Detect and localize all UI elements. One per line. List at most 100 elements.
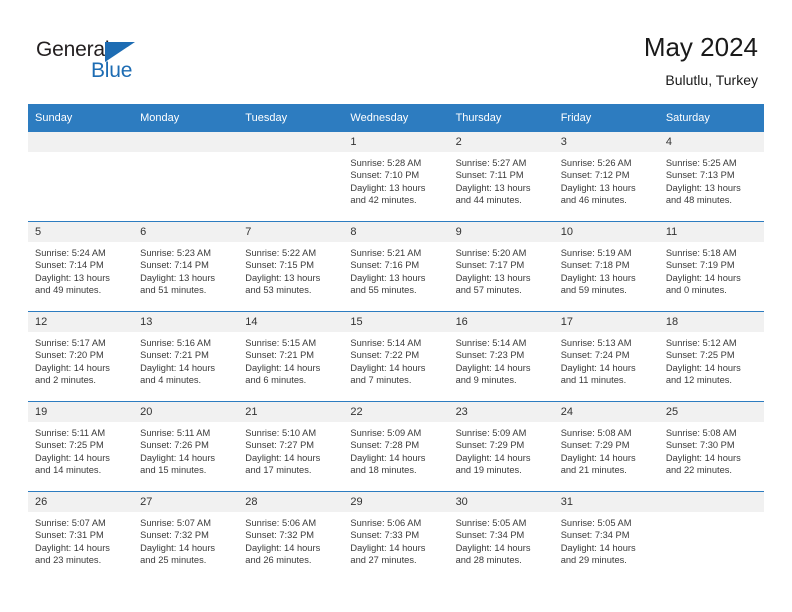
daylight-text-line1: Daylight: 13 hours <box>350 182 426 193</box>
daylight-text-line1: Daylight: 14 hours <box>35 362 110 373</box>
daylight-text-line2: and 0 minutes. <box>665 285 727 296</box>
sunrise-text: Sunrise: 5:25 AM <box>665 158 737 168</box>
day-details: Sunrise: 5:21 AM Sunset: 7:16 PM Dayligh… <box>343 242 448 297</box>
page-title: May 2024 <box>643 32 758 62</box>
day-number: 24 <box>553 402 659 422</box>
day-cell[interactable]: 24 Sunrise: 5:08 AM Sunset: 7:29 PM Dayl… <box>553 401 659 492</box>
day-number: 16 <box>448 312 554 332</box>
week-row: 5 Sunrise: 5:24 AM Sunset: 7:14 PM Dayli… <box>28 221 764 312</box>
day-number <box>133 132 239 152</box>
sunset-text: Sunset: 7:14 PM <box>35 260 104 271</box>
day-cell[interactable] <box>658 491 764 581</box>
day-cell[interactable]: 1 Sunrise: 5:28 AM Sunset: 7:10 PM Dayli… <box>343 132 449 222</box>
sunrise-text: Sunrise: 5:21 AM <box>350 248 422 258</box>
sunset-text: Sunset: 7:11 PM <box>455 170 524 181</box>
day-details: Sunrise: 5:11 AM Sunset: 7:25 PM Dayligh… <box>28 422 133 477</box>
sunrise-text: Sunrise: 5:24 AM <box>35 248 106 258</box>
day-cell[interactable]: 26 Sunrise: 5:07 AM Sunset: 7:31 PM Dayl… <box>28 491 134 581</box>
day-cell[interactable]: 17 Sunrise: 5:13 AM Sunset: 7:24 PM Dayl… <box>553 311 659 402</box>
sunset-text: Sunset: 7:21 PM <box>140 350 209 361</box>
sunset-text: Sunset: 7:17 PM <box>455 260 525 271</box>
day-cell[interactable]: 4 Sunrise: 5:25 AM Sunset: 7:13 PM Dayli… <box>658 132 764 222</box>
day-cell[interactable]: 13 Sunrise: 5:16 AM Sunset: 7:21 PM Dayl… <box>133 311 239 402</box>
day-cell[interactable] <box>28 132 134 222</box>
daylight-text-line2: and 55 minutes. <box>350 285 417 296</box>
day-cell[interactable]: 25 Sunrise: 5:08 AM Sunset: 7:30 PM Dayl… <box>658 401 764 492</box>
daylight-text-line2: and 6 minutes. <box>245 375 307 386</box>
daylight-text-line1: Daylight: 13 hours <box>665 182 741 193</box>
day-details: Sunrise: 5:19 AM Sunset: 7:18 PM Dayligh… <box>554 242 659 297</box>
day-details: Sunrise: 5:27 AM Sunset: 7:11 PM Dayligh… <box>449 152 554 207</box>
day-cell[interactable]: 2 Sunrise: 5:27 AM Sunset: 7:11 PM Dayli… <box>448 132 554 222</box>
daylight-text-line2: and 11 minutes. <box>560 375 627 386</box>
daylight-text-line2: and 59 minutes. <box>560 285 627 296</box>
daylight-text-line2: and 17 minutes. <box>245 465 312 476</box>
day-number: 23 <box>448 402 554 422</box>
day-number <box>238 132 344 152</box>
sunrise-text: Sunrise: 5:08 AM <box>665 428 737 438</box>
day-cell[interactable]: 12 Sunrise: 5:17 AM Sunset: 7:20 PM Dayl… <box>28 311 134 402</box>
day-cell[interactable]: 7 Sunrise: 5:22 AM Sunset: 7:15 PM Dayli… <box>238 221 344 312</box>
day-details: Sunrise: 5:06 AM Sunset: 7:33 PM Dayligh… <box>343 512 448 567</box>
daylight-text-line2: and 9 minutes. <box>455 375 517 386</box>
general-blue-logo: General Blue <box>36 38 166 84</box>
day-details: Sunrise: 5:15 AM Sunset: 7:21 PM Dayligh… <box>238 332 343 387</box>
day-details: Sunrise: 5:07 AM Sunset: 7:32 PM Dayligh… <box>133 512 238 567</box>
day-cell[interactable]: 31 Sunrise: 5:05 AM Sunset: 7:34 PM Dayl… <box>553 491 659 581</box>
daylight-text-line2: and 57 minutes. <box>455 285 522 296</box>
sunset-text: Sunset: 7:26 PM <box>140 440 209 451</box>
day-cell[interactable]: 10 Sunrise: 5:19 AM Sunset: 7:18 PM Dayl… <box>553 221 659 312</box>
day-cell[interactable]: 27 Sunrise: 5:07 AM Sunset: 7:32 PM Dayl… <box>133 491 239 581</box>
day-details: Sunrise: 5:16 AM Sunset: 7:21 PM Dayligh… <box>133 332 238 387</box>
day-details: Sunrise: 5:28 AM Sunset: 7:10 PM Dayligh… <box>343 152 448 207</box>
page-header: General Blue May 2024 Bulutlu, Turkey <box>0 0 792 100</box>
calendar-grid: Sunday Monday Tuesday Wednesday Thursday… <box>28 104 764 581</box>
day-number: 1 <box>343 132 449 152</box>
sunset-text: Sunset: 7:31 PM <box>35 530 104 541</box>
day-details <box>28 152 133 157</box>
sunset-text: Sunset: 7:12 PM <box>560 170 630 181</box>
day-cell[interactable]: 16 Sunrise: 5:14 AM Sunset: 7:23 PM Dayl… <box>448 311 554 402</box>
day-cell[interactable]: 15 Sunrise: 5:14 AM Sunset: 7:22 PM Dayl… <box>343 311 449 402</box>
day-cell[interactable]: 28 Sunrise: 5:06 AM Sunset: 7:32 PM Dayl… <box>238 491 344 581</box>
daylight-text-line2: and 18 minutes. <box>350 465 417 476</box>
day-cell[interactable]: 29 Sunrise: 5:06 AM Sunset: 7:33 PM Dayl… <box>343 491 449 581</box>
day-cell[interactable]: 11 Sunrise: 5:18 AM Sunset: 7:19 PM Dayl… <box>658 221 764 312</box>
sunset-text: Sunset: 7:24 PM <box>560 350 630 361</box>
daylight-text-line1: Daylight: 14 hours <box>560 542 636 553</box>
week-row: 1 Sunrise: 5:28 AM Sunset: 7:10 PM Dayli… <box>28 132 764 222</box>
calendar-body: 1 Sunrise: 5:28 AM Sunset: 7:10 PM Dayli… <box>28 132 764 581</box>
day-cell[interactable] <box>238 132 344 222</box>
weekday-header-sunday: Sunday <box>28 104 134 132</box>
day-cell[interactable]: 21 Sunrise: 5:10 AM Sunset: 7:27 PM Dayl… <box>238 401 344 492</box>
day-cell[interactable]: 23 Sunrise: 5:09 AM Sunset: 7:29 PM Dayl… <box>448 401 554 492</box>
day-cell[interactable]: 8 Sunrise: 5:21 AM Sunset: 7:16 PM Dayli… <box>343 221 449 312</box>
daylight-text-line1: Daylight: 13 hours <box>350 272 426 283</box>
daylight-text-line1: Daylight: 13 hours <box>560 272 636 283</box>
day-details: Sunrise: 5:11 AM Sunset: 7:26 PM Dayligh… <box>133 422 238 477</box>
day-cell[interactable]: 9 Sunrise: 5:20 AM Sunset: 7:17 PM Dayli… <box>448 221 554 312</box>
sunset-text: Sunset: 7:15 PM <box>245 260 315 271</box>
week-row: 26 Sunrise: 5:07 AM Sunset: 7:31 PM Dayl… <box>28 491 764 581</box>
day-details <box>659 512 764 517</box>
day-cell[interactable]: 6 Sunrise: 5:23 AM Sunset: 7:14 PM Dayli… <box>133 221 239 312</box>
day-cell[interactable]: 5 Sunrise: 5:24 AM Sunset: 7:14 PM Dayli… <box>28 221 134 312</box>
day-cell[interactable]: 14 Sunrise: 5:15 AM Sunset: 7:21 PM Dayl… <box>238 311 344 402</box>
day-cell[interactable]: 19 Sunrise: 5:11 AM Sunset: 7:25 PM Dayl… <box>28 401 134 492</box>
day-number: 25 <box>658 402 764 422</box>
daylight-text-line1: Daylight: 14 hours <box>455 452 531 463</box>
day-cell[interactable]: 30 Sunrise: 5:05 AM Sunset: 7:34 PM Dayl… <box>448 491 554 581</box>
daylight-text-line1: Daylight: 14 hours <box>665 362 741 373</box>
logo-text-blue: Blue <box>91 59 133 82</box>
day-cell[interactable]: 22 Sunrise: 5:09 AM Sunset: 7:28 PM Dayl… <box>343 401 449 492</box>
day-cell[interactable]: 3 Sunrise: 5:26 AM Sunset: 7:12 PM Dayli… <box>553 132 659 222</box>
day-number: 18 <box>658 312 764 332</box>
daylight-text-line1: Daylight: 14 hours <box>350 452 426 463</box>
sunset-text: Sunset: 7:29 PM <box>560 440 630 451</box>
day-cell[interactable] <box>133 132 239 222</box>
daylight-text-line2: and 14 minutes. <box>35 465 102 476</box>
day-details: Sunrise: 5:26 AM Sunset: 7:12 PM Dayligh… <box>554 152 659 207</box>
sunrise-text: Sunrise: 5:07 AM <box>35 518 106 528</box>
day-cell[interactable]: 18 Sunrise: 5:12 AM Sunset: 7:25 PM Dayl… <box>658 311 764 402</box>
day-cell[interactable]: 20 Sunrise: 5:11 AM Sunset: 7:26 PM Dayl… <box>133 401 239 492</box>
